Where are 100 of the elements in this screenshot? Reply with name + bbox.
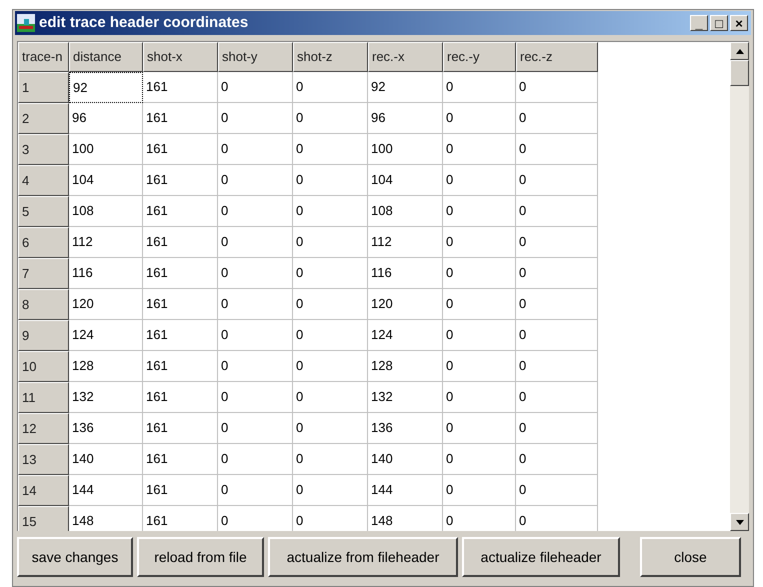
table-cell[interactable]: 0 bbox=[293, 413, 368, 444]
column-header[interactable]: rec.-x bbox=[368, 42, 443, 72]
row-header[interactable]: 14 bbox=[18, 475, 69, 506]
table-cell[interactable]: 0 bbox=[516, 444, 598, 475]
table-cell[interactable]: 161 bbox=[143, 320, 218, 351]
minimize-button[interactable]: _ bbox=[690, 15, 708, 31]
table-cell[interactable]: 161 bbox=[143, 475, 218, 506]
row-header[interactable]: 1 bbox=[18, 72, 69, 103]
row-header[interactable]: 3 bbox=[18, 134, 69, 165]
table-cell[interactable]: 124 bbox=[368, 320, 443, 351]
table-cell[interactable]: 0 bbox=[516, 289, 598, 320]
table-cell[interactable]: 108 bbox=[368, 196, 443, 227]
row-header[interactable]: 13 bbox=[18, 444, 69, 475]
table-cell[interactable]: 0 bbox=[516, 227, 598, 258]
close-dialog-button[interactable]: close bbox=[640, 537, 741, 577]
action-button[interactable]: actualize fileheader bbox=[462, 537, 620, 577]
table-cell[interactable]: 161 bbox=[143, 382, 218, 413]
row-header[interactable]: 4 bbox=[18, 165, 69, 196]
table-cell[interactable]: 132 bbox=[69, 382, 143, 413]
table-cell[interactable]: 0 bbox=[443, 227, 516, 258]
table-cell[interactable]: 112 bbox=[368, 227, 443, 258]
table-cell[interactable]: 104 bbox=[69, 165, 143, 196]
table-cell[interactable]: 0 bbox=[516, 413, 598, 444]
table-cell[interactable]: 161 bbox=[143, 258, 218, 289]
table-cell[interactable]: 132 bbox=[368, 382, 443, 413]
table-cell[interactable]: 116 bbox=[69, 258, 143, 289]
column-header[interactable]: trace-n bbox=[18, 42, 69, 72]
column-header[interactable]: shot-x bbox=[143, 42, 218, 72]
table-cell[interactable]: 0 bbox=[516, 103, 598, 134]
row-header[interactable]: 2 bbox=[18, 103, 69, 134]
table-cell[interactable]: 161 bbox=[143, 351, 218, 382]
row-header[interactable]: 5 bbox=[18, 196, 69, 227]
table-cell[interactable]: 0 bbox=[516, 382, 598, 413]
table-cell[interactable]: 0 bbox=[218, 134, 293, 165]
table-cell[interactable]: 161 bbox=[143, 227, 218, 258]
table-cell[interactable]: 144 bbox=[69, 475, 143, 506]
table-cell[interactable]: 0 bbox=[293, 103, 368, 134]
table-cell[interactable]: 0 bbox=[443, 444, 516, 475]
row-header[interactable]: 12 bbox=[18, 413, 69, 444]
table-cell[interactable]: 0 bbox=[218, 258, 293, 289]
table-cell[interactable]: 0 bbox=[293, 351, 368, 382]
table-cell[interactable]: 161 bbox=[143, 72, 218, 103]
row-header[interactable]: 8 bbox=[18, 289, 69, 320]
row-header[interactable]: 11 bbox=[18, 382, 69, 413]
table-cell[interactable]: 0 bbox=[443, 382, 516, 413]
table-cell[interactable]: 0 bbox=[293, 227, 368, 258]
table-cell[interactable]: 0 bbox=[516, 196, 598, 227]
row-header[interactable]: 9 bbox=[18, 320, 69, 351]
table-cell[interactable]: 0 bbox=[218, 165, 293, 196]
table-cell[interactable]: 96 bbox=[69, 103, 143, 134]
table-cell[interactable]: 0 bbox=[218, 475, 293, 506]
focused-cell[interactable]: 92 bbox=[69, 72, 143, 103]
table-cell[interactable]: 104 bbox=[368, 165, 443, 196]
table-cell[interactable]: 0 bbox=[443, 289, 516, 320]
table-cell[interactable]: 128 bbox=[368, 351, 443, 382]
table-cell[interactable]: 0 bbox=[218, 320, 293, 351]
table-cell[interactable]: 161 bbox=[143, 413, 218, 444]
table-cell[interactable]: 0 bbox=[516, 475, 598, 506]
table-cell[interactable]: 0 bbox=[443, 320, 516, 351]
table-cell[interactable]: 124 bbox=[69, 320, 143, 351]
table-cell[interactable]: 0 bbox=[516, 258, 598, 289]
table-cell[interactable]: 0 bbox=[218, 444, 293, 475]
table-cell[interactable]: 161 bbox=[143, 196, 218, 227]
table-cell[interactable]: 0 bbox=[293, 258, 368, 289]
table-cell[interactable]: 0 bbox=[443, 134, 516, 165]
table-cell[interactable]: 92 bbox=[368, 72, 443, 103]
table-cell[interactable]: 0 bbox=[516, 165, 598, 196]
table-cell[interactable]: 0 bbox=[293, 475, 368, 506]
close-button[interactable]: × bbox=[730, 15, 748, 31]
table-cell[interactable]: 116 bbox=[368, 258, 443, 289]
column-header[interactable]: rec.-y bbox=[443, 42, 516, 72]
table-cell[interactable]: 128 bbox=[69, 351, 143, 382]
table-cell[interactable]: 0 bbox=[293, 134, 368, 165]
table-cell[interactable]: 112 bbox=[69, 227, 143, 258]
table-cell[interactable]: 0 bbox=[443, 165, 516, 196]
table-cell[interactable]: 0 bbox=[293, 72, 368, 103]
table-cell[interactable]: 0 bbox=[218, 72, 293, 103]
row-header[interactable]: 10 bbox=[18, 351, 69, 382]
table-cell[interactable]: 161 bbox=[143, 444, 218, 475]
table-cell[interactable]: 100 bbox=[368, 134, 443, 165]
table-cell[interactable]: 0 bbox=[218, 351, 293, 382]
maximize-button[interactable]: □ bbox=[710, 15, 728, 31]
table-cell[interactable]: 0 bbox=[293, 320, 368, 351]
table-cell[interactable]: 161 bbox=[143, 134, 218, 165]
column-header[interactable]: rec.-z bbox=[516, 42, 598, 72]
table-cell[interactable]: 0 bbox=[443, 72, 516, 103]
table-cell[interactable]: 0 bbox=[293, 289, 368, 320]
table-cell[interactable]: 0 bbox=[218, 227, 293, 258]
table-cell[interactable]: 100 bbox=[69, 134, 143, 165]
table-cell[interactable]: 0 bbox=[293, 165, 368, 196]
table-cell[interactable]: 96 bbox=[368, 103, 443, 134]
action-button[interactable]: save changes bbox=[17, 537, 133, 577]
table-cell[interactable]: 0 bbox=[218, 103, 293, 134]
table-cell[interactable]: 0 bbox=[443, 351, 516, 382]
row-header[interactable]: 7 bbox=[18, 258, 69, 289]
action-button[interactable]: actualize from fileheader bbox=[268, 537, 458, 577]
row-header[interactable]: 6 bbox=[18, 227, 69, 258]
table-cell[interactable]: 0 bbox=[218, 382, 293, 413]
table-cell[interactable]: 0 bbox=[443, 103, 516, 134]
column-header[interactable]: shot-y bbox=[218, 42, 293, 72]
